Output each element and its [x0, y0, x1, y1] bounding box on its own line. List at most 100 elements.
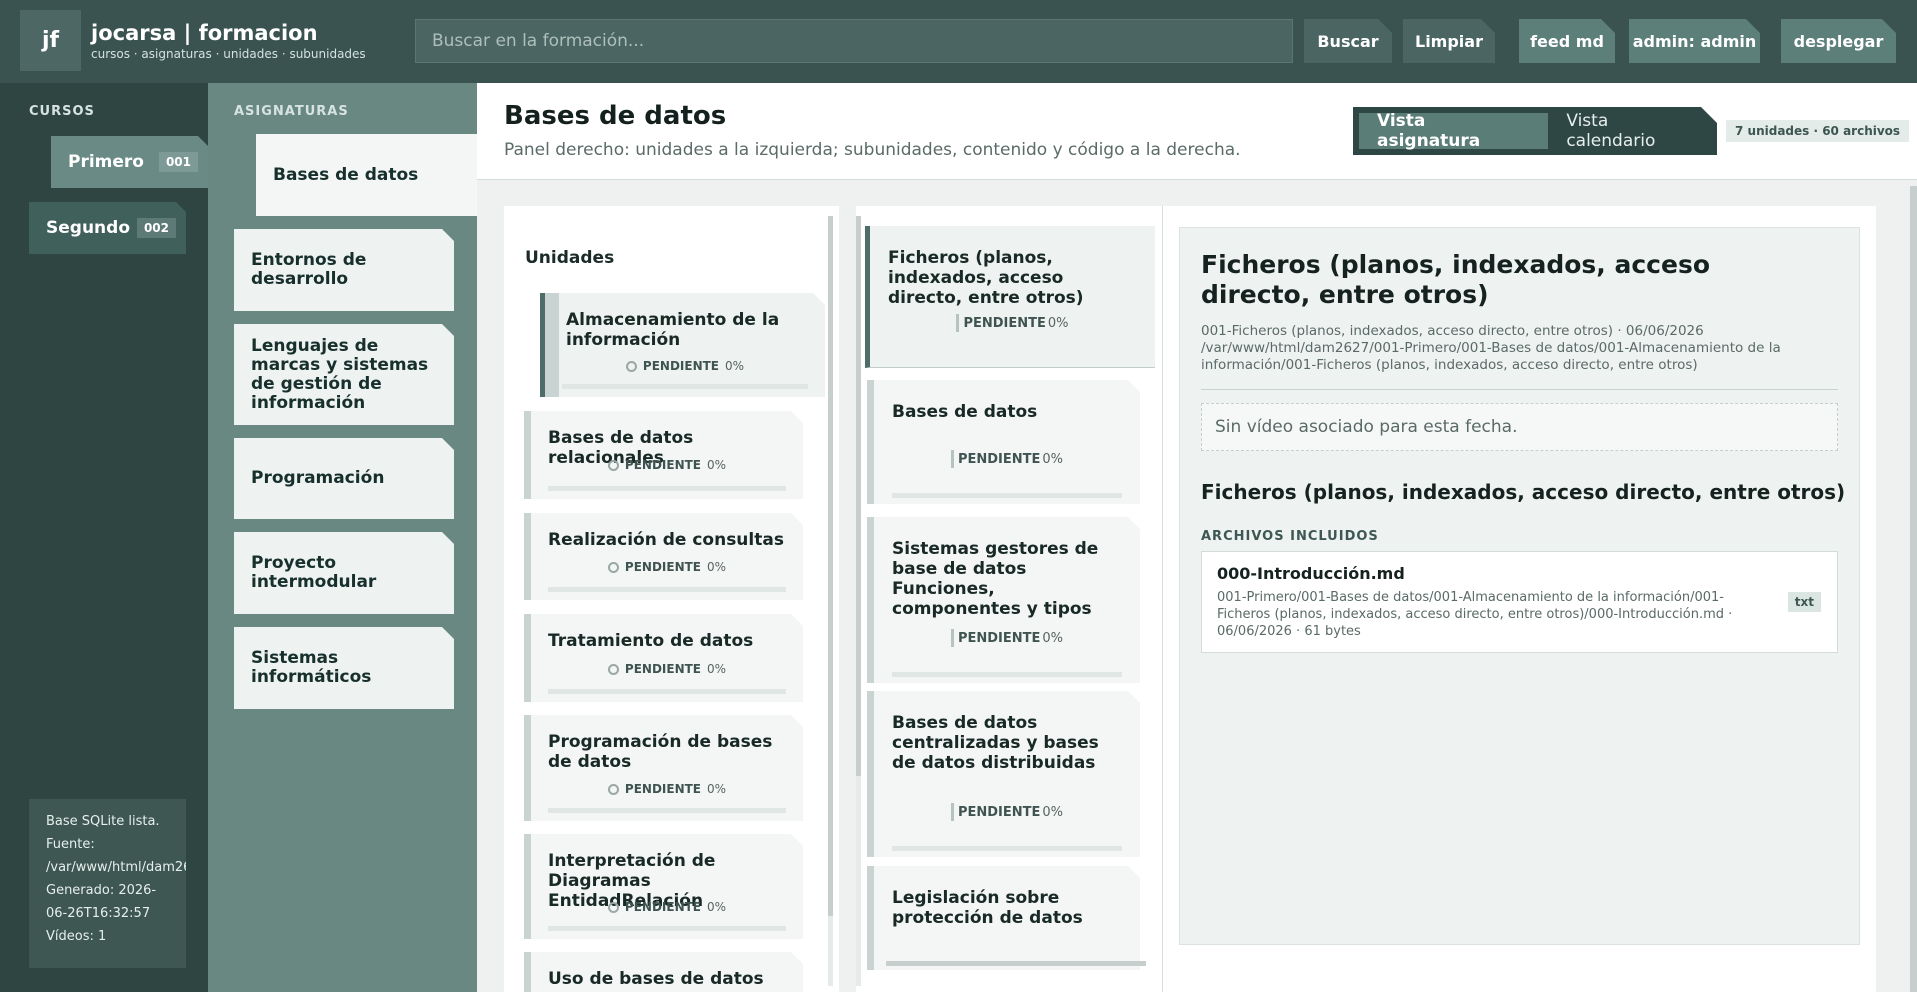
- search-button[interactable]: Buscar: [1304, 19, 1392, 63]
- section-title: Ficheros (planos, indexados, acceso dire…: [1201, 480, 1846, 504]
- unit-item[interactable]: Almacenamiento de la información PENDIEN…: [540, 293, 825, 397]
- unit-item[interactable]: Programación de bases de datos PENDIENTE…: [524, 715, 803, 821]
- pending-icon: [608, 902, 619, 913]
- course-item-segundo[interactable]: Segundo 002: [29, 202, 186, 254]
- logo[interactable]: jf: [20, 10, 81, 71]
- progress-percent: 0%: [707, 560, 727, 574]
- unit-status: PENDIENTE 0%: [531, 560, 803, 574]
- progress-percent: 0%: [707, 900, 727, 914]
- unit-status: PENDIENTE 0%: [531, 458, 803, 472]
- progress-bar: [548, 926, 786, 931]
- courses-label: CURSOS: [29, 104, 95, 119]
- file-card[interactable]: 000-Introducción.md 001-Primero/001-Base…: [1201, 551, 1838, 653]
- unit-name: Uso de bases de datos no: [548, 969, 764, 989]
- main-scrollbar[interactable]: [1910, 186, 1917, 992]
- subunit-item[interactable]: Ficheros (planos, indexados, acceso dire…: [865, 226, 1155, 368]
- subject-item-sistemas[interactable]: Sistemas informáticos: [234, 627, 454, 709]
- subunits-scrollbar[interactable]: [856, 216, 861, 986]
- subunit-status: PENDIENTE 0%: [874, 450, 1140, 468]
- brand-subtitle: cursos · asignaturas · unidades · subuni…: [91, 47, 366, 61]
- no-video-notice: Sin vídeo asociado para esta fecha.: [1201, 403, 1838, 451]
- file-name[interactable]: 000-Introducción.md: [1217, 564, 1405, 583]
- status-line: 06-26T16:32:57: [46, 906, 151, 921]
- scrollbar-thumb[interactable]: [828, 216, 833, 916]
- subject-item-entornos[interactable]: Entornos de desarrollo: [234, 229, 454, 311]
- unit-status: PENDIENTE 0%: [531, 782, 803, 796]
- progress-percent: 0%: [1042, 804, 1064, 820]
- tab-calendar-view[interactable]: Vista calendario: [1548, 113, 1717, 149]
- progress-bar: [892, 672, 1122, 677]
- status-label: PENDIENTE: [624, 458, 702, 472]
- subunit-item[interactable]: Sistemas gestores de base de datos Funci…: [867, 517, 1140, 683]
- units-scrollbar[interactable]: [828, 216, 833, 986]
- subject-item-proyecto[interactable]: Proyecto intermodular: [234, 532, 454, 614]
- file-path: 001-Primero/001-Bases de datos/001-Almac…: [1217, 590, 1733, 639]
- tab-subject-view[interactable]: Vista asignatura: [1359, 113, 1548, 149]
- subjects-sidebar: ASIGNATURAS Bases de datos Entornos de d…: [208, 83, 477, 992]
- progress-bar: [548, 808, 786, 813]
- unit-item[interactable]: Uso de bases de datos no: [524, 952, 803, 992]
- subunit-status: PENDIENTE 0%: [874, 803, 1140, 821]
- detail-path: /var/www/html/dam2627/001-Primero/001-Ba…: [1201, 340, 1781, 373]
- subunit-item[interactable]: Bases de datos centralizadas y bases de …: [867, 691, 1140, 857]
- subunit-name: Ficheros (planos, indexados, acceso dire…: [888, 248, 1084, 308]
- status-marker: [951, 450, 954, 468]
- scrollbar-thumb[interactable]: [1910, 186, 1917, 992]
- unit-status: PENDIENTE 0%: [545, 359, 825, 373]
- progress-bar: [892, 846, 1122, 851]
- subunits-hscrollbar[interactable]: [886, 961, 1146, 966]
- detail-card: Ficheros (planos, indexados, acceso dire…: [1179, 227, 1860, 945]
- progress-percent: 0%: [707, 782, 727, 796]
- detail-meta-line: 001-Ficheros (planos, indexados, acceso …: [1201, 323, 1704, 339]
- feed-button[interactable]: feed md: [1519, 19, 1615, 63]
- scrollbar-thumb[interactable]: [886, 961, 1146, 966]
- unit-name: Realización de consultas: [548, 530, 784, 550]
- status-label: PENDIENTE: [957, 630, 1041, 646]
- status-label: PENDIENTE: [957, 804, 1041, 820]
- progress-bar: [892, 493, 1122, 498]
- unit-status: PENDIENTE 0%: [531, 662, 803, 676]
- unit-name: Programación de bases de datos: [548, 732, 773, 772]
- search-input[interactable]: [415, 19, 1293, 63]
- unit-item[interactable]: Tratamiento de datos PENDIENTE 0%: [524, 614, 803, 702]
- subjects-label: ASIGNATURAS: [234, 104, 349, 119]
- status-label: PENDIENTE: [963, 315, 1046, 331]
- subject-item-lenguajes[interactable]: Lenguajes de marcas y sistemas de gestió…: [234, 324, 454, 425]
- clear-button[interactable]: Limpiar: [1403, 19, 1495, 63]
- unit-item[interactable]: Interpretación de Diagramas EntidadRelac…: [524, 834, 803, 939]
- subunit-status: PENDIENTE 0%: [870, 314, 1155, 332]
- progress-bar: [548, 486, 786, 491]
- status-line: Base SQLite lista.: [46, 814, 160, 829]
- status-marker: [951, 803, 954, 821]
- subunit-item[interactable]: Bases de datos PENDIENTE 0%: [867, 380, 1140, 504]
- admin-button[interactable]: admin: admin: [1629, 19, 1760, 63]
- db-status-panel: Base SQLite lista. Fuente: /var/www/html…: [29, 799, 186, 968]
- subunit-name: Bases de datos centralizadas y bases de …: [892, 713, 1099, 773]
- top-bar: jf jocarsa | formacion cursos · asignatu…: [0, 0, 1917, 83]
- status-label: PENDIENTE: [957, 451, 1041, 467]
- status-marker: [956, 314, 960, 332]
- course-name: Primero: [68, 152, 144, 172]
- unit-status: PENDIENTE 0%: [531, 900, 803, 914]
- status-line: Fuente:: [46, 837, 95, 852]
- status-line: Vídeos: 1: [46, 929, 107, 944]
- unit-item[interactable]: Bases de datos relacionales PENDIENTE 0%: [524, 411, 803, 499]
- status-line: Generado: 2026-: [46, 883, 157, 898]
- course-number: 002: [137, 218, 176, 238]
- deploy-button[interactable]: desplegar: [1781, 19, 1896, 63]
- subject-item-bases-de-datos[interactable]: Bases de datos: [256, 134, 477, 216]
- subunit-name: Bases de datos: [892, 402, 1038, 422]
- unit-name: Almacenamiento de la información: [566, 310, 780, 350]
- subject-item-programacion[interactable]: Programación: [234, 438, 454, 519]
- view-switcher: Vista asignatura Vista calendario: [1353, 107, 1717, 155]
- progress-bar: [562, 384, 808, 389]
- course-item-primero[interactable]: Primero 001: [51, 136, 208, 188]
- units-title: Unidades: [525, 248, 615, 268]
- unit-item[interactable]: Realización de consultas PENDIENTE 0%: [524, 513, 803, 600]
- course-number: 001: [159, 152, 198, 172]
- page-subtitle: Panel derecho: unidades a la izquierda; …: [504, 140, 1241, 160]
- scrollbar-thumb[interactable]: [856, 216, 861, 776]
- column-divider: [1162, 206, 1163, 992]
- subunit-item[interactable]: Legislación sobre protección de datos: [867, 866, 1140, 970]
- pending-icon: [608, 460, 619, 471]
